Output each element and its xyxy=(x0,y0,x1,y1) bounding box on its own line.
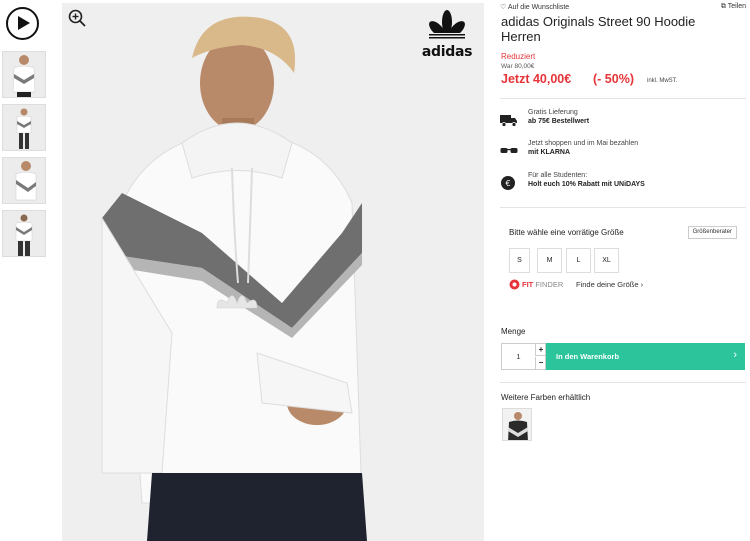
other-colors-label: Weitere Farben erhältlich xyxy=(501,393,591,402)
delivery-line1: Gratis Lieferung xyxy=(528,109,578,116)
thumbnail-side[interactable] xyxy=(2,157,46,204)
klarna-line2: mit KLARNA xyxy=(528,149,570,156)
size-option-l[interactable]: L xyxy=(566,248,591,273)
fit-finder-icon xyxy=(509,279,520,290)
trefoil-icon xyxy=(427,10,467,41)
original-price: War 80,00€ xyxy=(501,63,535,70)
delivery-info: Gratis Lieferung ab 75€ Bestellwert xyxy=(500,109,746,133)
quantity-stepper: 1 + − xyxy=(501,343,546,370)
glasses-icon xyxy=(500,148,518,153)
add-to-cart-button[interactable]: In den Warenkorb › xyxy=(546,343,745,370)
zoom-in-icon[interactable] xyxy=(68,9,86,27)
divider xyxy=(500,382,746,383)
truck-icon xyxy=(500,115,517,127)
quantity-increase-button[interactable]: + xyxy=(535,344,546,356)
wishlist-label: Auf die Wunschliste xyxy=(507,4,570,11)
hoodie-model-image xyxy=(16,108,32,149)
wishlist-link[interactable]: ♡ Auf die Wunschliste xyxy=(500,3,569,11)
product-main-image[interactable]: adidas xyxy=(62,3,484,541)
size-selector: Bitte wähle eine vorrätige Größe Größenb… xyxy=(500,218,746,306)
heart-icon: ♡ xyxy=(500,4,507,11)
hoodie-model-image xyxy=(15,161,37,201)
hoodie-model-photo xyxy=(62,3,484,541)
size-guide-button[interactable]: Größenberater xyxy=(687,226,737,239)
share-icon: ⧉ xyxy=(720,3,726,10)
fit-finder-brand: FIT FINDER xyxy=(522,280,564,289)
quantity-input[interactable]: 1 xyxy=(502,344,535,369)
size-option-m[interactable]: M xyxy=(537,248,562,273)
divider xyxy=(500,98,746,99)
vat-note: inkl. MwST. xyxy=(647,78,678,84)
adidas-wordmark: adidas xyxy=(421,44,473,60)
quantity-label: Menge xyxy=(501,327,526,336)
divider xyxy=(500,207,746,208)
play-video-button[interactable] xyxy=(6,7,39,40)
klarna-line1: Jetzt shoppen und im Mai bezahlen xyxy=(528,140,639,147)
hoodie-model-image xyxy=(12,55,36,97)
color-variant-swatch[interactable] xyxy=(502,408,532,441)
chevron-right-icon: › xyxy=(733,349,737,361)
thumbnail-front[interactable] xyxy=(2,51,46,98)
adidas-logo: adidas xyxy=(420,9,474,60)
unidays-line1: Für alle Studenten: xyxy=(528,172,588,179)
size-option-s[interactable]: S xyxy=(509,248,530,273)
current-price: Jetzt 40,00€ xyxy=(501,72,572,86)
unidays-line2: Holt euch 10% Rabatt mit UNiDAYS xyxy=(528,181,645,188)
find-size-link[interactable]: Finde deine Größe › xyxy=(576,280,643,289)
size-prompt: Bitte wähle eine vorrätige Größe xyxy=(509,228,624,237)
black-hoodie-image xyxy=(508,412,528,440)
thumbnail-back[interactable] xyxy=(2,210,46,257)
thumbnail-full[interactable] xyxy=(2,104,46,151)
quantity-decrease-button[interactable]: − xyxy=(535,357,546,369)
share-label: Teilen xyxy=(727,3,746,10)
klarna-info: Jetzt shoppen und im Mai bezahlen mit KL… xyxy=(500,140,746,164)
hoodie-model-image xyxy=(15,214,33,256)
share-link[interactable]: ⧉ Teilen xyxy=(721,3,746,11)
reduced-badge: Reduziert xyxy=(501,52,536,61)
size-option-xl[interactable]: XL xyxy=(594,248,619,273)
add-to-cart-label: In den Warenkorb xyxy=(556,352,620,361)
unidays-info: € Für alle Studenten: Holt euch 10% Raba… xyxy=(500,172,746,196)
play-icon xyxy=(18,16,30,30)
euro-icon: € xyxy=(501,176,515,190)
svg-text:€: € xyxy=(505,179,510,188)
delivery-line2: ab 75€ Bestellwert xyxy=(528,118,590,125)
product-title: adidas Originals Street 90 Hoodie Herren xyxy=(501,14,696,44)
discount-percent: (- 50%) xyxy=(593,72,634,86)
